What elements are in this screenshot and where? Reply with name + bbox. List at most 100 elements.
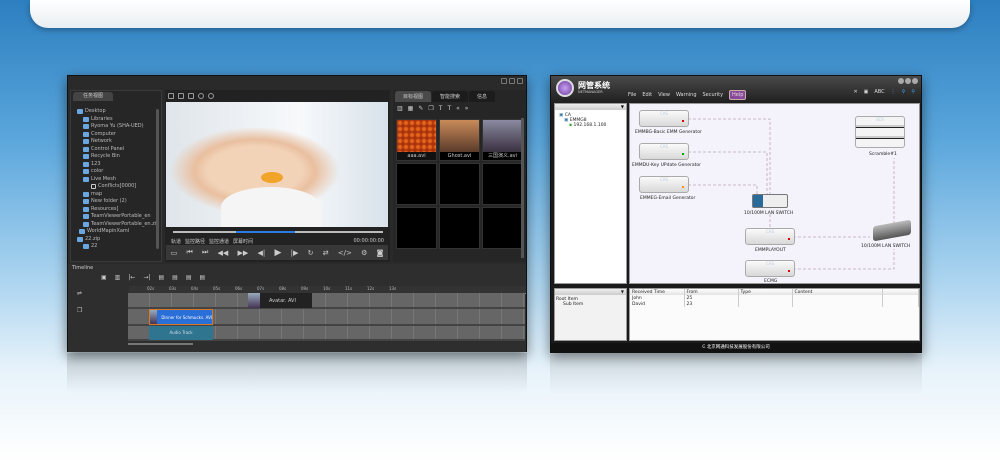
tree-item[interactable]: TeamViewerPortable_en.zip — [77, 221, 159, 229]
thumbnail-aaa[interactable]: aaa.avi — [396, 119, 437, 161]
next-frame-icon[interactable]: |▶ — [291, 249, 299, 257]
timeline-scrollbar[interactable] — [128, 343, 193, 345]
maximize-icon[interactable] — [509, 78, 515, 84]
camera-icon[interactable]: ◙ — [377, 249, 384, 257]
tree-item[interactable]: TeamViewerPortable_en — [77, 213, 159, 221]
menu-edit[interactable]: Edit — [642, 92, 652, 98]
rewind-icon[interactable]: ◀◀ — [218, 249, 229, 257]
mark-out-icon[interactable]: →| — [143, 274, 150, 281]
track-icon[interactable]: ▤ — [199, 274, 205, 281]
item-dropdown[interactable]: ▼ — [555, 289, 626, 295]
tree-item[interactable]: Ryoma Yu (SHA-UED) — [77, 123, 159, 131]
tree-item[interactable]: 123 — [77, 161, 159, 169]
thumbnail-empty[interactable] — [396, 163, 437, 205]
tree-item[interactable]: New folder (2) — [77, 198, 159, 206]
add-icon[interactable]: ▣ — [101, 274, 107, 281]
swap-icon[interactable]: ⇄ — [323, 249, 329, 257]
go-start-icon[interactable]: ⏮ — [186, 248, 192, 257]
tree-item[interactable]: Network — [77, 138, 159, 146]
tree-item[interactable]: 22 — [77, 243, 159, 251]
cas-server-emmg-basic[interactable]: CAS — [639, 110, 689, 127]
track-icon[interactable]: ▤ — [186, 274, 192, 281]
thumbnail-ghost[interactable]: Ghost.avi — [439, 119, 480, 161]
prev-icon[interactable]: « — [456, 105, 460, 112]
zoom-in-icon[interactable] — [198, 93, 204, 99]
search-icon[interactable]: ⚲ — [902, 89, 906, 95]
snapshot-icon[interactable]: ▭ — [171, 249, 178, 257]
video-frame[interactable] — [166, 102, 388, 227]
cas-server-emmg-key[interactable]: CAS — [639, 143, 689, 160]
preview-label[interactable]: 监控通道 — [209, 238, 229, 245]
zoom-icon[interactable]: ⚲ — [911, 89, 915, 95]
list-icon[interactable]: ⋮ — [891, 89, 896, 95]
tree-item[interactable]: Resources] — [77, 206, 159, 214]
tree-item-ip[interactable]: ▪ 192.168.1.100 — [559, 123, 622, 128]
save-icon[interactable]: ▣ — [864, 89, 869, 95]
lan-switch-1[interactable] — [752, 194, 788, 208]
layout-icon[interactable] — [168, 93, 174, 99]
tab-target-view[interactable]: 目标视图 — [395, 91, 432, 102]
code-icon[interactable]: </> — [338, 249, 352, 257]
tree-item[interactable]: Recycle Bin — [77, 153, 159, 161]
preview-label[interactable]: 屏幕时间 — [233, 238, 253, 245]
thumbnail-empty[interactable] — [482, 163, 523, 205]
tree-scrollbar[interactable] — [156, 109, 159, 249]
track-icon[interactable]: ▤ — [158, 274, 164, 281]
table-row[interactable]: David 23 — [630, 301, 919, 307]
tree-item[interactable]: 22.zip — [77, 236, 159, 244]
gear-icon[interactable]: ⚙ — [361, 249, 367, 257]
copy-icon[interactable]: ❐ — [428, 105, 433, 112]
clip-audio[interactable]: Audio Track — [149, 326, 213, 340]
close-icon[interactable] — [517, 78, 523, 84]
cas-server-emm-layout[interactable]: CAS — [745, 228, 795, 245]
video-track-1[interactable] — [128, 293, 525, 309]
fast-forward-icon[interactable]: ▶▶ — [238, 249, 249, 257]
preview-label[interactable]: 轨道 — [171, 238, 181, 245]
cas-server-ecmg[interactable]: CAS — [745, 260, 795, 277]
track-icon[interactable]: ▤ — [172, 274, 178, 281]
thumbnail-empty[interactable] — [482, 207, 523, 249]
thumbnail-empty[interactable] — [439, 207, 480, 249]
delete-icon[interactable]: ▥ — [397, 105, 403, 112]
menu-file[interactable]: File — [628, 92, 636, 98]
tree-item[interactable]: Control Panel — [77, 146, 159, 154]
menu-help[interactable]: Help — [729, 90, 747, 100]
thumbnail-empty[interactable] — [396, 207, 437, 249]
trash-icon[interactable]: ▥ — [115, 274, 121, 281]
tree-item[interactable]: Libraries — [77, 116, 159, 124]
clip-avatar[interactable]: Avatar. AVI — [248, 293, 312, 308]
text-add-icon[interactable]: T — [439, 105, 443, 112]
tree-item[interactable]: Conflicts[0000] — [77, 183, 159, 191]
minimize-icon[interactable] — [898, 78, 904, 84]
tree-item[interactable]: WorldMapinXaml — [77, 228, 159, 236]
pin-icon[interactable]: ✎ — [418, 105, 423, 112]
spellcheck-button[interactable]: ABC — [874, 89, 884, 95]
thumbnail-three-kingdoms[interactable]: 三国演义.avi — [482, 119, 523, 161]
tab-smart-search[interactable]: 智能搜索 — [432, 91, 469, 102]
list-icon[interactable] — [188, 93, 194, 99]
scrub-bar[interactable] — [173, 231, 383, 233]
tools-icon[interactable]: ✕ — [853, 89, 857, 95]
close-icon[interactable] — [912, 78, 918, 84]
menu-security[interactable]: Security — [703, 92, 724, 98]
loop-icon[interactable]: ↻ — [308, 249, 314, 257]
preview-label[interactable]: 监控路径 — [185, 238, 205, 245]
tab-info[interactable]: 信息 — [469, 91, 496, 102]
tree-item-sub[interactable]: Sub Item — [555, 302, 626, 307]
go-end-icon[interactable]: ⏭ — [202, 248, 208, 257]
tree-item[interactable]: Live Mesh — [77, 176, 159, 184]
task-tab[interactable]: 任务视图 — [73, 92, 113, 101]
cas-server-emmg-email[interactable]: CAS — [639, 176, 689, 193]
track-settings-icon[interactable]: ⇌ — [77, 290, 82, 297]
prev-frame-icon[interactable]: ◀| — [258, 249, 266, 257]
mark-in-icon[interactable]: |← — [128, 274, 135, 281]
next-icon[interactable]: » — [465, 105, 469, 112]
scrambler-server[interactable]: SCR — [855, 116, 905, 148]
menu-warning[interactable]: Warning — [676, 92, 697, 98]
track-link-icon[interactable]: ❐ — [77, 307, 82, 314]
zoom-out-icon[interactable] — [208, 93, 214, 99]
tree-item[interactable]: Computer — [77, 131, 159, 139]
text-remove-icon[interactable]: T — [447, 105, 451, 112]
menu-view[interactable]: View — [658, 92, 670, 98]
tree-item[interactable]: map — [77, 191, 159, 199]
